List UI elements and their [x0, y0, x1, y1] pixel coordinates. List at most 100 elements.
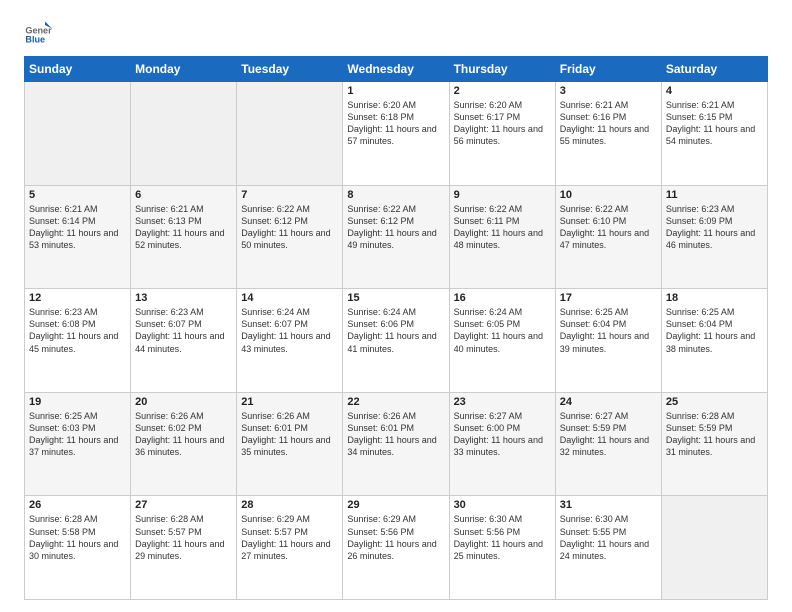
cell-info: Sunrise: 6:28 AMSunset: 5:57 PMDaylight:… [135, 513, 232, 562]
logo: General Blue [24, 18, 56, 46]
calendar-cell: 25 Sunrise: 6:28 AMSunset: 5:59 PMDayligh… [661, 392, 767, 496]
cell-info: Sunrise: 6:22 AMSunset: 6:12 PMDaylight:… [347, 203, 444, 252]
day-number: 19 [29, 396, 126, 408]
calendar-cell: 19 Sunrise: 6:25 AMSunset: 6:03 PMDayligh… [25, 392, 131, 496]
calendar-cell: 27 Sunrise: 6:28 AMSunset: 5:57 PMDayligh… [131, 496, 237, 600]
day-number: 30 [454, 499, 551, 511]
day-number: 23 [454, 396, 551, 408]
calendar-cell: 9 Sunrise: 6:22 AMSunset: 6:11 PMDaylight… [449, 185, 555, 289]
day-number: 9 [454, 189, 551, 201]
day-number: 12 [29, 292, 126, 304]
cell-info: Sunrise: 6:21 AMSunset: 6:13 PMDaylight:… [135, 203, 232, 252]
calendar-cell: 11 Sunrise: 6:23 AMSunset: 6:09 PMDayligh… [661, 185, 767, 289]
cell-info: Sunrise: 6:26 AMSunset: 6:01 PMDaylight:… [241, 410, 338, 459]
cell-info: Sunrise: 6:28 AMSunset: 5:58 PMDaylight:… [29, 513, 126, 562]
day-number: 25 [666, 396, 763, 408]
calendar-cell: 1 Sunrise: 6:20 AMSunset: 6:18 PMDaylight… [343, 82, 449, 186]
calendar-cell: 5Sunrise: 6:21 AMSunset: 6:14 PMDaylight… [25, 185, 131, 289]
calendar-cell: 15Sunrise: 6:24 AMSunset: 6:06 PMDayligh… [343, 289, 449, 393]
cell-info: Sunrise: 6:29 AMSunset: 5:57 PMDaylight:… [241, 513, 338, 562]
day-number: 26 [29, 499, 126, 511]
calendar-week-row: 1 Sunrise: 6:20 AMSunset: 6:18 PMDaylight… [25, 82, 768, 186]
weekday-header: Sunday [25, 57, 131, 82]
calendar-cell: 21 Sunrise: 6:26 AMSunset: 6:01 PMDayligh… [237, 392, 343, 496]
cell-info: Sunrise: 6:24 AMSunset: 6:07 PMDaylight:… [241, 306, 338, 355]
day-number: 15 [347, 292, 444, 304]
cell-info: Sunrise: 6:22 AMSunset: 6:11 PMDaylight:… [454, 203, 551, 252]
calendar-cell [237, 82, 343, 186]
day-number: 8 [347, 189, 444, 201]
day-number: 13 [135, 292, 232, 304]
calendar-cell: 7Sunrise: 6:22 AMSunset: 6:12 PMDaylight… [237, 185, 343, 289]
day-number: 24 [560, 396, 657, 408]
cell-info: Sunrise: 6:27 AMSunset: 6:00 PMDaylight:… [454, 410, 551, 459]
day-number: 31 [560, 499, 657, 511]
calendar-cell: 2 Sunrise: 6:20 AMSunset: 6:17 PMDaylight… [449, 82, 555, 186]
calendar-cell [661, 496, 767, 600]
weekday-header: Tuesday [237, 57, 343, 82]
day-number: 1 [347, 85, 444, 97]
weekday-header: Thursday [449, 57, 555, 82]
calendar-week-row: 5Sunrise: 6:21 AMSunset: 6:14 PMDaylight… [25, 185, 768, 289]
cell-info: Sunrise: 6:23 AMSunset: 6:07 PMDaylight:… [135, 306, 232, 355]
calendar-cell: 13 Sunrise: 6:23 AMSunset: 6:07 PMDayligh… [131, 289, 237, 393]
calendar-week-row: 19 Sunrise: 6:25 AMSunset: 6:03 PMDayligh… [25, 392, 768, 496]
weekday-header: Saturday [661, 57, 767, 82]
calendar-header-row: SundayMondayTuesdayWednesdayThursdayFrid… [25, 57, 768, 82]
cell-info: Sunrise: 6:20 AMSunset: 6:17 PMDaylight:… [454, 99, 551, 148]
header: General Blue [24, 18, 768, 46]
cell-info: Sunrise: 6:23 AMSunset: 6:09 PMDaylight:… [666, 203, 763, 252]
calendar-cell: 8 Sunrise: 6:22 AMSunset: 6:12 PMDaylight… [343, 185, 449, 289]
calendar-cell: 26 Sunrise: 6:28 AMSunset: 5:58 PMDayligh… [25, 496, 131, 600]
cell-info: Sunrise: 6:26 AMSunset: 6:01 PMDaylight:… [347, 410, 444, 459]
cell-info: Sunrise: 6:25 AMSunset: 6:04 PMDaylight:… [666, 306, 763, 355]
weekday-header: Wednesday [343, 57, 449, 82]
day-number: 7 [241, 189, 338, 201]
cell-info: Sunrise: 6:25 AMSunset: 6:03 PMDaylight:… [29, 410, 126, 459]
cell-info: Sunrise: 6:20 AMSunset: 6:18 PMDaylight:… [347, 99, 444, 148]
calendar-cell: 6 Sunrise: 6:21 AMSunset: 6:13 PMDaylight… [131, 185, 237, 289]
calendar-cell: 4 Sunrise: 6:21 AMSunset: 6:15 PMDaylight… [661, 82, 767, 186]
calendar-cell: 23 Sunrise: 6:27 AMSunset: 6:00 PMDayligh… [449, 392, 555, 496]
page: General Blue SundayMondayTuesdayWednesda… [0, 0, 792, 612]
calendar-week-row: 26 Sunrise: 6:28 AMSunset: 5:58 PMDayligh… [25, 496, 768, 600]
day-number: 6 [135, 189, 232, 201]
day-number: 16 [454, 292, 551, 304]
cell-info: Sunrise: 6:29 AMSunset: 5:56 PMDaylight:… [347, 513, 444, 562]
day-number: 17 [560, 292, 657, 304]
day-number: 10 [560, 189, 657, 201]
cell-info: Sunrise: 6:27 AMSunset: 5:59 PMDaylight:… [560, 410, 657, 459]
day-number: 20 [135, 396, 232, 408]
cell-info: Sunrise: 6:21 AMSunset: 6:15 PMDaylight:… [666, 99, 763, 148]
calendar-cell: 24 Sunrise: 6:27 AMSunset: 5:59 PMDayligh… [555, 392, 661, 496]
weekday-header: Friday [555, 57, 661, 82]
cell-info: Sunrise: 6:22 AMSunset: 6:10 PMDaylight:… [560, 203, 657, 252]
day-number: 21 [241, 396, 338, 408]
calendar-cell: 22 Sunrise: 6:26 AMSunset: 6:01 PMDayligh… [343, 392, 449, 496]
cell-info: Sunrise: 6:28 AMSunset: 5:59 PMDaylight:… [666, 410, 763, 459]
day-number: 11 [666, 189, 763, 201]
calendar-table: SundayMondayTuesdayWednesdayThursdayFrid… [24, 56, 768, 600]
day-number: 5 [29, 189, 126, 201]
calendar-cell [25, 82, 131, 186]
day-number: 22 [347, 396, 444, 408]
calendar-cell: 30 Sunrise: 6:30 AMSunset: 5:56 PMDayligh… [449, 496, 555, 600]
cell-info: Sunrise: 6:30 AMSunset: 5:55 PMDaylight:… [560, 513, 657, 562]
calendar-cell: 14Sunrise: 6:24 AMSunset: 6:07 PMDayligh… [237, 289, 343, 393]
cell-info: Sunrise: 6:30 AMSunset: 5:56 PMDaylight:… [454, 513, 551, 562]
cell-info: Sunrise: 6:23 AMSunset: 6:08 PMDaylight:… [29, 306, 126, 355]
svg-text:Blue: Blue [25, 35, 45, 45]
day-number: 2 [454, 85, 551, 97]
day-number: 3 [560, 85, 657, 97]
calendar-cell: 16Sunrise: 6:24 AMSunset: 6:05 PMDayligh… [449, 289, 555, 393]
cell-info: Sunrise: 6:26 AMSunset: 6:02 PMDaylight:… [135, 410, 232, 459]
day-number: 29 [347, 499, 444, 511]
day-number: 28 [241, 499, 338, 511]
day-number: 27 [135, 499, 232, 511]
calendar-cell: 10 Sunrise: 6:22 AMSunset: 6:10 PMDayligh… [555, 185, 661, 289]
calendar-cell: 31 Sunrise: 6:30 AMSunset: 5:55 PMDayligh… [555, 496, 661, 600]
calendar-week-row: 12 Sunrise: 6:23 AMSunset: 6:08 PMDayligh… [25, 289, 768, 393]
cell-info: Sunrise: 6:25 AMSunset: 6:04 PMDaylight:… [560, 306, 657, 355]
day-number: 4 [666, 85, 763, 97]
calendar-cell: 18Sunrise: 6:25 AMSunset: 6:04 PMDayligh… [661, 289, 767, 393]
